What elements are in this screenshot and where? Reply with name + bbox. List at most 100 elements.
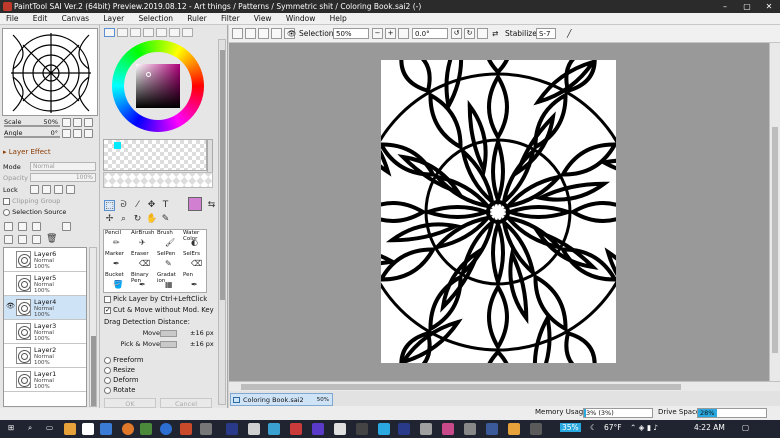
temperature-label[interactable]: 67°F	[604, 423, 622, 432]
zoom-tool-icon[interactable]: ⌕	[118, 214, 129, 225]
blend-mode-select[interactable]: Normal	[30, 162, 96, 171]
app-icon-purple[interactable]	[312, 423, 324, 435]
weather-icon[interactable]: ☾	[590, 423, 597, 432]
cut-move-option[interactable]: ✓ Cut & Move without Mod. Key	[104, 306, 214, 314]
rotate-reset-toolbar-button[interactable]	[477, 28, 488, 39]
close-button[interactable]: ✕	[758, 0, 780, 13]
color-swatch-grid[interactable]	[103, 139, 207, 171]
windows-start-icon[interactable]: ⊞	[8, 423, 14, 432]
lasso-tool-icon[interactable]: ᘐ	[118, 200, 129, 211]
ok-button[interactable]: OK	[104, 398, 156, 408]
scratchpad-tab[interactable]	[169, 28, 180, 37]
scratch-area[interactable]	[103, 172, 213, 188]
rotate-left-button[interactable]	[62, 129, 71, 138]
visibility-eye-icon[interactable]	[6, 374, 14, 384]
mail-icon[interactable]	[100, 423, 112, 435]
visibility-eye-icon[interactable]	[6, 326, 14, 336]
notification-icon[interactable]: ▢	[742, 423, 749, 432]
clipping-group-row[interactable]: Clipping Group	[3, 197, 60, 205]
brush-water[interactable]: Water Color ◐	[182, 230, 208, 251]
layer-row[interactable]: Layer1 Normal 100%	[4, 368, 86, 392]
layer-row[interactable]: Layer6 Normal 100%	[4, 248, 86, 272]
menu-view[interactable]: View	[248, 13, 278, 25]
tool-panel-scrollbar[interactable]	[218, 39, 226, 405]
lock-all-button[interactable]	[66, 185, 75, 194]
new-linework-layer-button[interactable]	[18, 222, 27, 231]
menu-help[interactable]: Help	[324, 13, 353, 25]
photoshop-icon[interactable]	[226, 423, 238, 435]
freeform-radio[interactable]	[104, 356, 111, 364]
app-icon-steel[interactable]	[464, 423, 476, 435]
canvas-horizontal-scrollbar[interactable]	[229, 381, 780, 391]
transfer-down-button[interactable]	[4, 235, 13, 244]
app-icon-gray[interactable]	[200, 423, 212, 435]
app-icon-blue[interactable]	[268, 423, 280, 435]
hsv-slider-tab[interactable]	[130, 28, 141, 37]
rotate-ccw-button[interactable]: ↺	[451, 28, 462, 39]
brush-pencil[interactable]: Pencil ✏	[104, 230, 130, 251]
battery-indicator[interactable]: 35%	[560, 423, 581, 432]
undo-button[interactable]	[232, 28, 243, 39]
layer-row[interactable]: Layer2 Normal 100%	[4, 344, 86, 368]
move-tool-icon[interactable]: ✥	[146, 200, 157, 211]
app-icon-light[interactable]	[248, 423, 260, 435]
transform-deform-option[interactable]: Deform	[104, 376, 138, 384]
move-distance-slider[interactable]	[160, 330, 177, 337]
layer-row[interactable]: Layer5 Normal 100%	[4, 272, 86, 296]
app-icon-navy[interactable]	[398, 423, 410, 435]
app-icon-slate[interactable]	[486, 423, 498, 435]
transform-rotate-option[interactable]: Rotate	[104, 386, 135, 394]
hand-tool-icon[interactable]: ✋	[146, 214, 157, 225]
invert-selection-button[interactable]	[271, 28, 282, 39]
layer-row[interactable]: 👁 Layer4 Normal 100%	[4, 296, 86, 320]
transform-freeform-option[interactable]: Freeform	[104, 356, 143, 364]
rotate-right-button[interactable]	[73, 129, 82, 138]
pick-layer-option[interactable]: Pick Layer by Ctrl+LeftClick	[104, 295, 207, 303]
brush-selers[interactable]: SelErs ⌫	[182, 251, 208, 272]
menu-filter[interactable]: Filter	[215, 13, 246, 25]
rgb-slider-tab[interactable]	[117, 28, 128, 37]
app-icon-red[interactable]	[180, 423, 192, 435]
zoom-in-button[interactable]	[73, 118, 82, 127]
swap-colors-icon[interactable]: ⇆	[206, 200, 217, 211]
straight-line-icon[interactable]: ╱	[567, 29, 572, 38]
app-icon-orange[interactable]	[508, 423, 520, 435]
clock-time[interactable]: 4:22 AM	[694, 423, 725, 432]
visibility-eye-icon[interactable]	[6, 278, 14, 288]
deform-radio[interactable]	[104, 376, 111, 384]
color-wheel-tab[interactable]	[104, 28, 115, 37]
zoom-fit-button[interactable]	[398, 28, 409, 39]
visibility-eye-icon[interactable]	[6, 254, 14, 264]
menu-file[interactable]: File	[0, 13, 25, 25]
rotate-tool-icon[interactable]: ↻	[132, 214, 143, 225]
zoom-out-toolbar-button[interactable]: −	[372, 28, 383, 39]
rotate-reset-button[interactable]	[84, 129, 93, 138]
zoom-reset-button[interactable]	[84, 118, 93, 127]
menu-window[interactable]: Window	[280, 13, 322, 25]
magic-wand-tool-icon[interactable]: ⁄	[132, 200, 143, 211]
canvas-vertical-scrollbar[interactable]	[769, 43, 780, 381]
brush-tool-grid[interactable]: Pencil ✏ AirBrush ✈ Brush 🖌 Water Color ◐ Marker ✒…	[103, 229, 207, 293]
app-icon-pink[interactable]	[442, 423, 454, 435]
flip-horizontal-icon[interactable]: ⇄	[492, 29, 498, 38]
vertical-scroll-thumb[interactable]	[772, 127, 778, 353]
move-distance-row[interactable]: Move ±16 px	[104, 329, 216, 338]
brush-gradat[interactable]: Gradat ion ▦	[156, 272, 182, 293]
layer-scroll-thumb[interactable]	[91, 336, 96, 406]
menu-canvas[interactable]: Canvas	[56, 13, 96, 25]
menu-layer[interactable]: Layer	[97, 13, 130, 25]
app-icon-silver[interactable]	[420, 423, 432, 435]
horizontal-scroll-thumb[interactable]	[241, 384, 681, 390]
lock-move-button[interactable]	[54, 185, 63, 194]
color-settings-tab[interactable]	[182, 28, 193, 37]
selection-source-row[interactable]: Selection Source	[3, 208, 66, 216]
search-icon[interactable]: ⌕	[28, 423, 32, 433]
maximize-button[interactable]: ▢	[736, 0, 758, 13]
lock-paint-button[interactable]	[42, 185, 51, 194]
brush-binary[interactable]: Binary Pen ✒	[130, 272, 156, 293]
move-layer-tool-icon[interactable]: ✢	[104, 214, 115, 225]
swatch-tab[interactable]	[156, 28, 167, 37]
zoom-in-toolbar-button[interactable]: +	[385, 28, 396, 39]
resize-radio[interactable]	[104, 366, 111, 374]
selection-source-radio[interactable]	[3, 208, 10, 216]
